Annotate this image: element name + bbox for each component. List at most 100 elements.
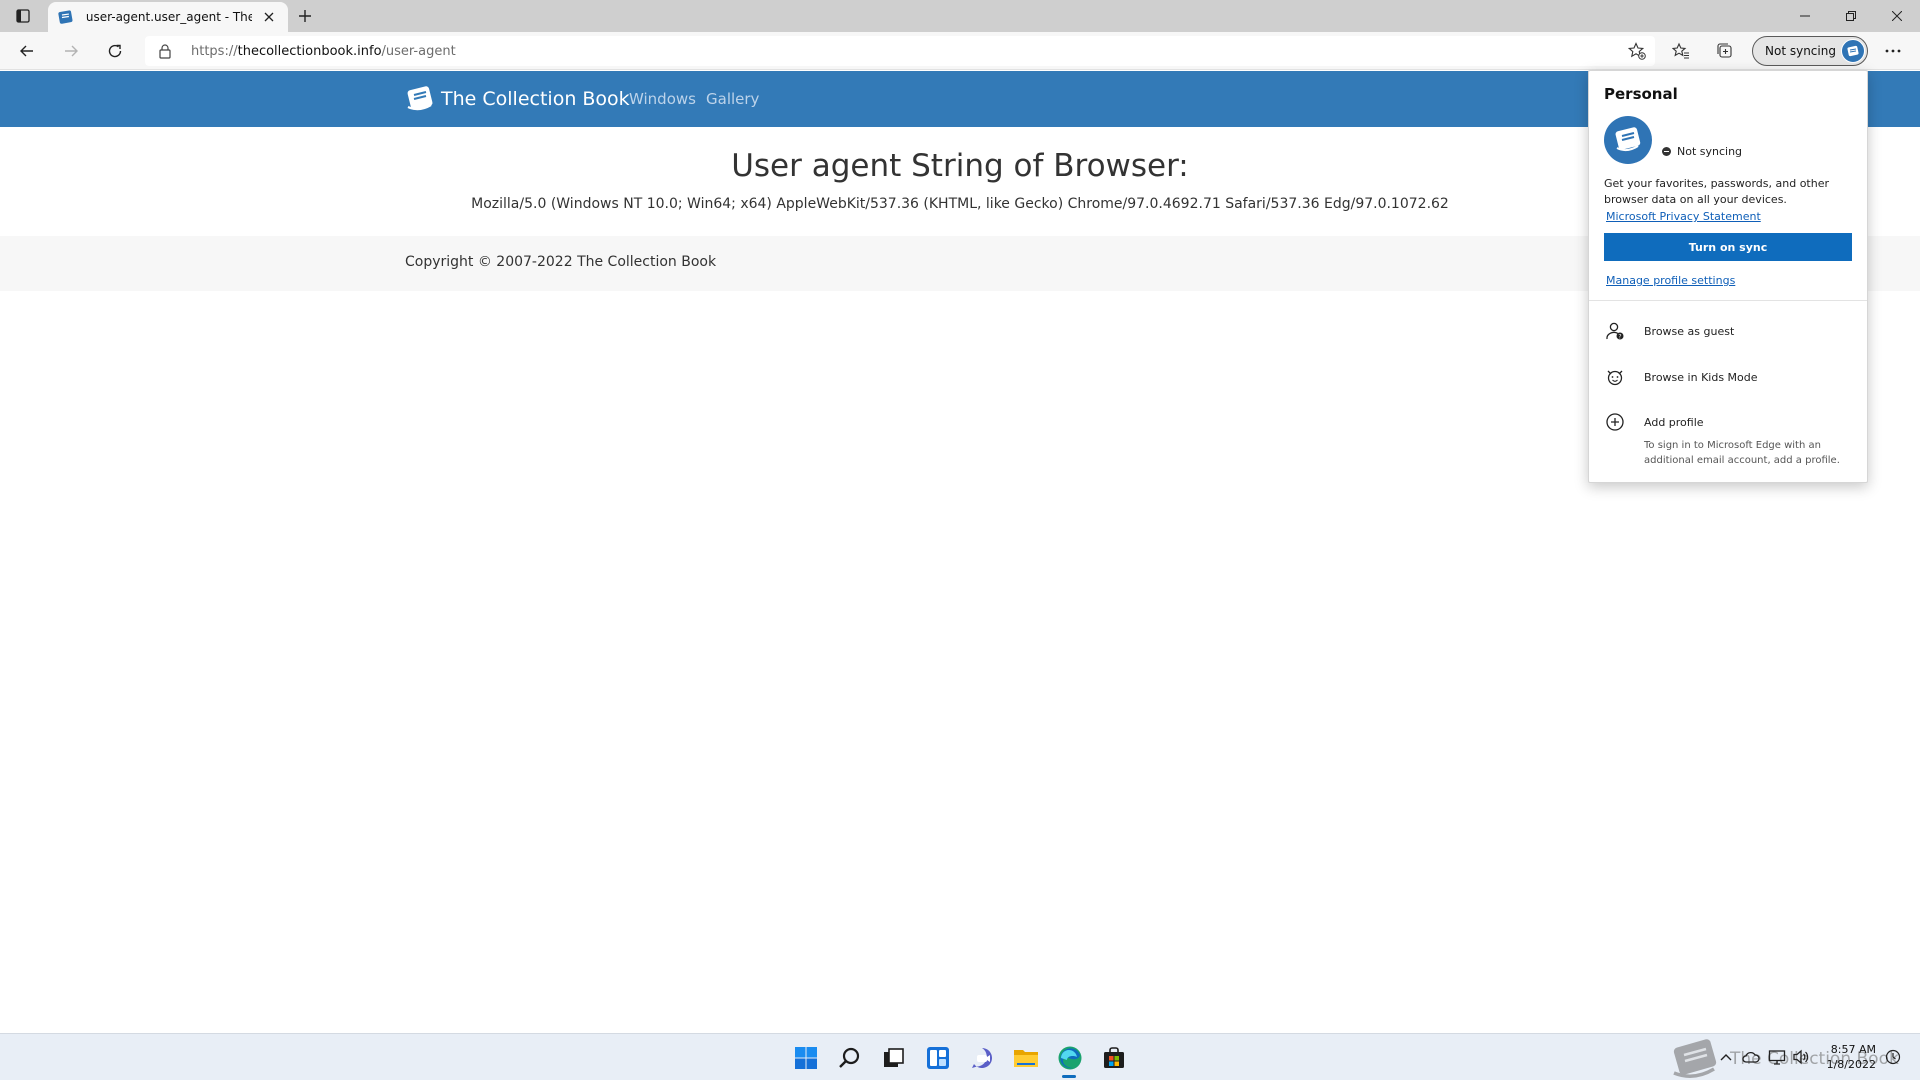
url-host: thecollectionbook.info	[237, 43, 382, 59]
speaker-icon	[1793, 1049, 1809, 1065]
clock-date: 1/8/2022	[1826, 1058, 1876, 1071]
profile-button[interactable]: Not syncing	[1752, 36, 1868, 66]
avatar	[1841, 39, 1865, 63]
browse-kids-mode-item[interactable]: Browse in Kids Mode	[1604, 362, 1859, 392]
profile-flyout: Personal Not syncing Get your favorites,…	[1588, 70, 1868, 483]
url-prefix: https://	[191, 43, 238, 59]
profile-name: Personal	[1604, 85, 1678, 103]
search-button[interactable]	[834, 1042, 866, 1074]
collections-icon	[1717, 43, 1732, 58]
add-favorite-button[interactable]	[1625, 39, 1649, 63]
divider	[1589, 300, 1867, 301]
network-icon	[1768, 1050, 1786, 1065]
tab-strip: user-agent.user_agent - The Coll	[0, 0, 1920, 32]
chat-icon	[972, 1048, 992, 1068]
start-button[interactable]	[790, 1042, 822, 1074]
arrow-left-icon	[20, 45, 33, 57]
restore-button[interactable]	[1828, 0, 1874, 32]
browse-kids-mode-label: Browse in Kids Mode	[1644, 370, 1758, 384]
privacy-statement-link[interactable]: Microsoft Privacy Statement	[1606, 210, 1761, 223]
windows-logo-icon	[795, 1047, 817, 1069]
edge-icon	[1058, 1046, 1082, 1070]
edge-button[interactable]	[1054, 1042, 1086, 1074]
manage-profile-settings-link[interactable]: Manage profile settings	[1606, 274, 1735, 287]
task-view-icon	[884, 1048, 904, 1067]
favorites-icon	[1672, 42, 1689, 59]
copyright-text: Copyright © 2007-2022 The Collection Boo…	[405, 254, 717, 270]
cloud-icon	[1742, 1051, 1760, 1063]
browser-toolbar: https://thecollectionbook.info/user-agen…	[0, 32, 1920, 70]
tab-actions-button[interactable]	[8, 4, 38, 28]
onedrive-button[interactable]	[1740, 1046, 1762, 1068]
restore-icon	[1846, 11, 1856, 21]
add-circle-icon	[1604, 411, 1626, 433]
teams-chat-button[interactable]	[966, 1042, 998, 1074]
favorites-button[interactable]	[1666, 37, 1696, 65]
svg-text:?: ?	[1618, 333, 1621, 340]
sync-off-icon	[1662, 147, 1671, 156]
star-add-icon	[1628, 42, 1646, 60]
taskbar-clock[interactable]: 8:57 AM 1/8/2022	[1820, 1042, 1876, 1072]
site-favicon-icon	[58, 10, 73, 24]
url-text: https://thecollectionbook.info/user-agen…	[191, 44, 456, 59]
sync-status-label: Not syncing	[1677, 145, 1743, 158]
add-profile-hint: To sign in to Microsoft Edge with an add…	[1644, 440, 1840, 466]
widgets-icon	[927, 1047, 949, 1069]
profile-avatar[interactable]	[1604, 116, 1652, 164]
plus-icon	[299, 10, 311, 22]
tab-actions-icon	[16, 9, 30, 23]
folder-icon	[1014, 1050, 1038, 1067]
refresh-icon	[108, 44, 122, 58]
minimize-icon	[1800, 15, 1810, 17]
settings-more-button[interactable]	[1878, 37, 1908, 65]
book-icon	[1615, 127, 1641, 152]
notifications-button[interactable]	[1882, 1046, 1904, 1068]
lock-icon	[159, 44, 171, 59]
book-logo-icon	[407, 86, 433, 111]
back-button[interactable]	[12, 37, 42, 65]
more-dots-icon	[1885, 49, 1901, 53]
guest-icon: ?	[1604, 320, 1626, 342]
active-tab[interactable]: user-agent.user_agent - The Coll	[48, 2, 288, 32]
sync-description: Get your favorites, passwords, and other…	[1604, 177, 1830, 206]
tab-title: user-agent.user_agent - The Coll	[85, 10, 253, 24]
add-profile-item[interactable]: Add profile	[1604, 407, 1859, 437]
browse-as-guest-label: Browse as guest	[1644, 324, 1735, 338]
turn-on-sync-button[interactable]: Turn on sync	[1604, 233, 1852, 261]
nav-link-gallery[interactable]: Gallery	[706, 90, 759, 108]
kids-mode-icon	[1604, 366, 1626, 388]
close-window-button[interactable]	[1874, 0, 1920, 32]
store-icon	[1104, 1047, 1124, 1068]
url-path: /user-agent	[381, 43, 456, 59]
file-explorer-button[interactable]	[1010, 1042, 1042, 1074]
widgets-button[interactable]	[922, 1042, 954, 1074]
chevron-up-icon	[1720, 1054, 1732, 1061]
microsoft-store-button[interactable]	[1098, 1042, 1130, 1074]
nav-link-windows[interactable]: Windows	[629, 90, 696, 108]
site-brand-name: The Collection Book	[441, 88, 630, 110]
minimize-button[interactable]	[1782, 0, 1828, 32]
refresh-button[interactable]	[100, 37, 130, 65]
notification-bell-icon	[1885, 1049, 1901, 1065]
browse-as-guest-item[interactable]: ? Browse as guest	[1604, 316, 1859, 346]
add-profile-label: Add profile	[1644, 415, 1704, 429]
network-button[interactable]	[1766, 1046, 1788, 1068]
close-icon	[1892, 11, 1902, 21]
show-hidden-icons-button[interactable]	[1715, 1046, 1737, 1068]
close-icon	[264, 12, 274, 22]
book-icon	[1847, 45, 1859, 57]
forward-button[interactable]	[56, 37, 86, 65]
tab-close-button[interactable]	[260, 8, 278, 26]
active-app-indicator	[1062, 1075, 1076, 1078]
task-view-button[interactable]	[877, 1042, 909, 1074]
address-bar[interactable]: https://thecollectionbook.info/user-agen…	[145, 36, 1655, 66]
arrow-right-icon	[65, 45, 78, 57]
volume-button[interactable]	[1790, 1046, 1812, 1068]
taskbar: The Collection Book 8:57 AM 1/8/2022	[0, 1033, 1920, 1080]
collections-button[interactable]	[1710, 37, 1740, 65]
sync-status: Not syncing	[1662, 145, 1742, 158]
profile-button-label: Not syncing	[1765, 44, 1836, 58]
new-tab-button[interactable]	[292, 4, 318, 28]
search-icon	[839, 1047, 860, 1068]
site-brand-link[interactable]: The Collection Book	[405, 85, 630, 113]
